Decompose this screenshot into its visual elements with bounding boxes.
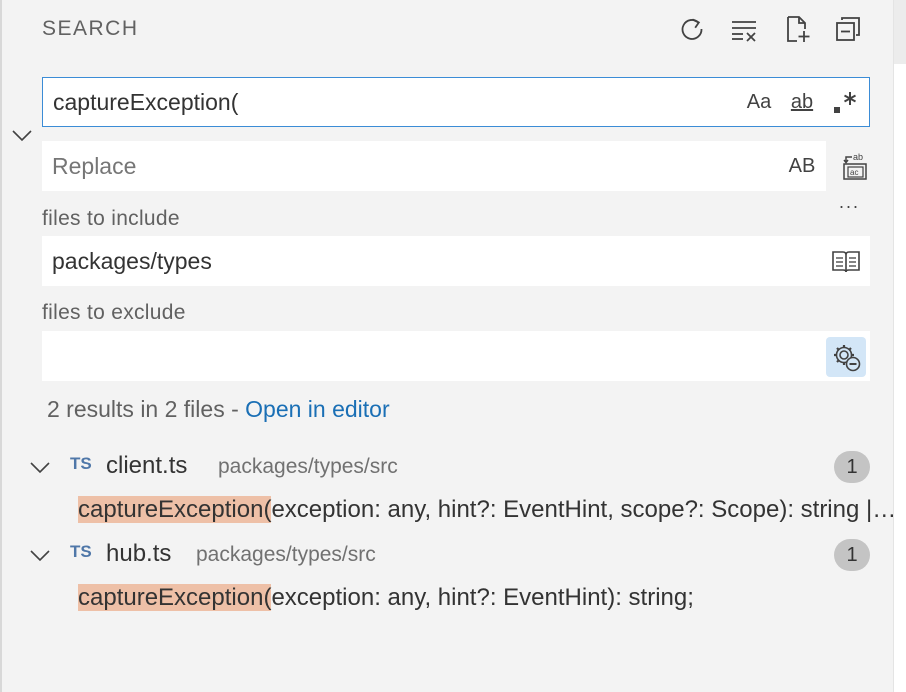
file-name[interactable]: client.ts (106, 452, 187, 480)
results-summary-text: 2 results in 2 files - (47, 396, 246, 422)
file-path: packages/types/src (196, 543, 376, 566)
typescript-file-icon: TS (70, 542, 92, 561)
replace-all-icon: ab ac (843, 152, 867, 180)
results-summary: 2 results in 2 files - Open in editor (47, 396, 390, 423)
only-open-editors-toggle[interactable] (828, 244, 864, 278)
book-icon (832, 251, 860, 273)
panel-title: SEARCH (42, 17, 139, 40)
match-case-toggle[interactable]: Aa (741, 84, 777, 120)
panel-left-border (0, 0, 2, 692)
include-label: files to include (42, 207, 180, 230)
use-exclude-settings-toggle[interactable] (826, 337, 866, 377)
replace-box: AB (42, 141, 826, 191)
svg-text:ab: ab (853, 152, 863, 162)
chevron-down-icon (12, 130, 32, 142)
refresh-button[interactable] (675, 12, 709, 46)
match-highlight: captureException( (78, 496, 272, 523)
chevron-down-icon[interactable] (28, 455, 52, 479)
exclude-box (42, 331, 870, 381)
clear-all-icon (732, 21, 756, 42)
new-file-icon (787, 16, 810, 42)
search-box: Aa ab (42, 77, 870, 127)
regex-toggle[interactable] (827, 84, 863, 120)
preserve-case-toggle[interactable]: AB (784, 148, 820, 184)
collapse-all-button[interactable] (831, 12, 865, 46)
toggle-replace-button[interactable] (10, 123, 34, 147)
match-highlight: captureException( (78, 584, 272, 611)
match-line[interactable]: captureException(exception: any, hint?: … (78, 496, 898, 524)
file-name[interactable]: hub.ts (106, 540, 171, 568)
chevron-down-icon[interactable] (28, 543, 52, 567)
whole-word-icon: ab (790, 90, 814, 113)
match-context: exception: any, hint?: EventHint, scope?… (271, 496, 898, 523)
match-count-badge: 1 (834, 451, 870, 483)
regex-icon (834, 92, 856, 113)
exclude-label: files to exclude (42, 301, 186, 324)
refresh-icon (681, 18, 703, 40)
match-case-icon: Aa (746, 90, 772, 113)
include-box (42, 236, 870, 286)
clear-results-button[interactable] (727, 12, 761, 46)
file-match-row[interactable]: TS client.ts packages/types/src 1 (26, 445, 886, 489)
match-context: exception: any, hint?: EventHint): strin… (271, 584, 694, 611)
typescript-file-icon: TS (70, 454, 92, 473)
new-search-editor-button[interactable] (780, 12, 814, 46)
more-icon: ··· (838, 195, 860, 216)
file-match-row[interactable]: TS hub.ts packages/types/src 1 (26, 533, 886, 577)
match-count-badge: 1 (834, 539, 870, 571)
whole-word-toggle[interactable]: ab (784, 84, 820, 120)
replace-input[interactable] (42, 141, 826, 191)
collapse-all-icon (836, 17, 860, 41)
scrollbar-thumb[interactable] (894, 0, 906, 64)
svg-text:ac: ac (850, 168, 858, 177)
match-line[interactable]: captureException(exception: any, hint?: … (78, 584, 898, 612)
open-in-editor-link[interactable]: Open in editor (245, 396, 389, 422)
exclude-input[interactable] (42, 331, 870, 381)
replace-all-button[interactable]: ab ac (838, 148, 874, 184)
include-input[interactable] (42, 236, 870, 286)
preserve-case-icon: AB (788, 154, 816, 177)
gear-exclude-icon (834, 345, 861, 372)
file-path: packages/types/src (218, 455, 398, 478)
toggle-search-details-button[interactable]: ··· (832, 194, 866, 218)
